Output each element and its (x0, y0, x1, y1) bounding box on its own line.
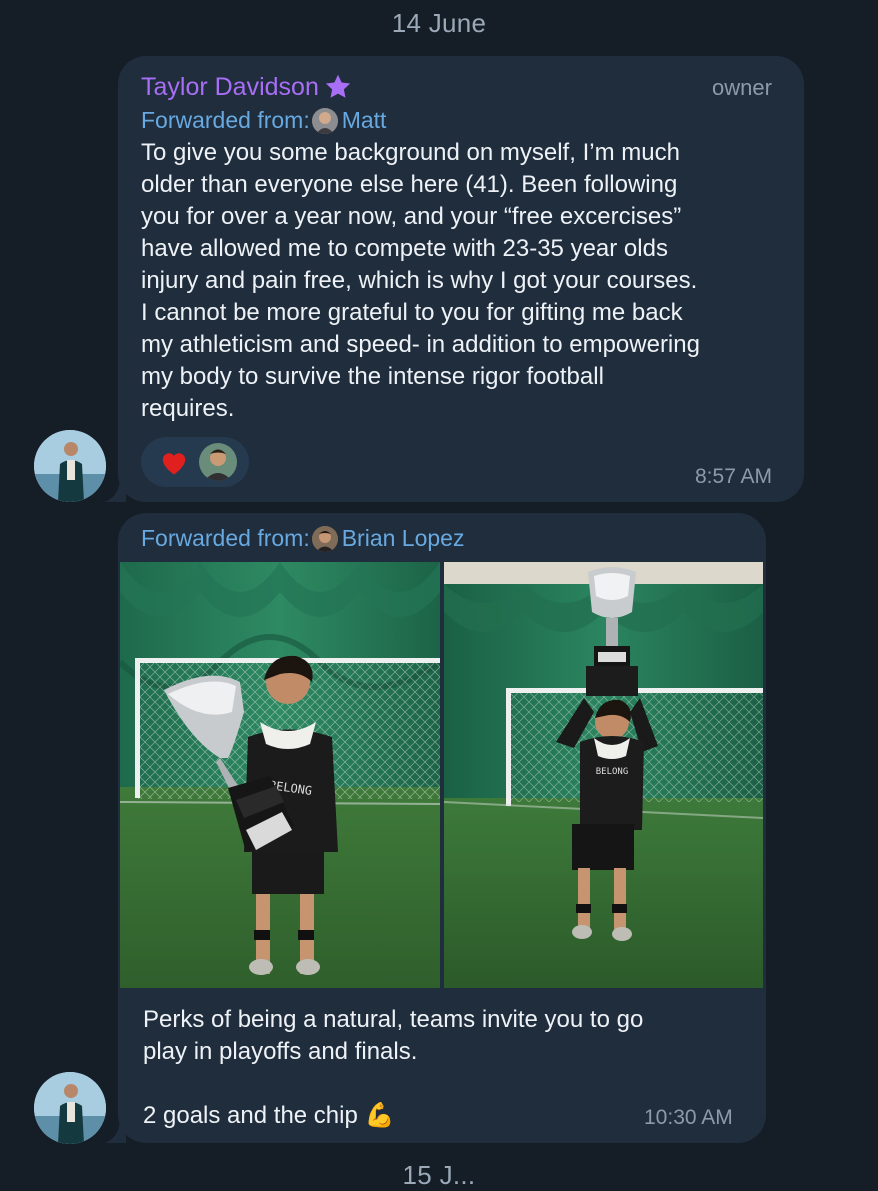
message-time: 10:30 AM (644, 1106, 733, 1129)
star-icon (325, 74, 350, 98)
sender-avatar[interactable] (34, 430, 106, 502)
message-text: To give you some background on myself, I… (141, 139, 700, 422)
message-time: 8:57 AM (695, 465, 773, 488)
forwarded-avatar (311, 107, 338, 134)
sender-avatar[interactable] (34, 1072, 106, 1144)
forwarded-from[interactable]: Forwarded from: Brian Lopez (141, 525, 464, 552)
svg-text:BELONG: BELONG (596, 767, 629, 777)
reaction-chip[interactable] (141, 437, 249, 487)
reactor-avatar (199, 443, 237, 481)
forwarded-avatar (311, 525, 338, 552)
photo-trophy-holding[interactable]: BELONG (120, 562, 440, 988)
sender-name[interactable]: Taylor Davidson (141, 72, 353, 102)
bubble-tail (104, 480, 126, 502)
photo-trophy-overhead[interactable]: BELONG (444, 562, 763, 988)
bubble-tail (104, 1121, 126, 1143)
forwarded-from[interactable]: Forwarded from: Matt (141, 107, 386, 134)
date-header: 14 June (391, 8, 487, 38)
owner-badge: owner (712, 75, 772, 100)
heart-icon (162, 453, 186, 475)
